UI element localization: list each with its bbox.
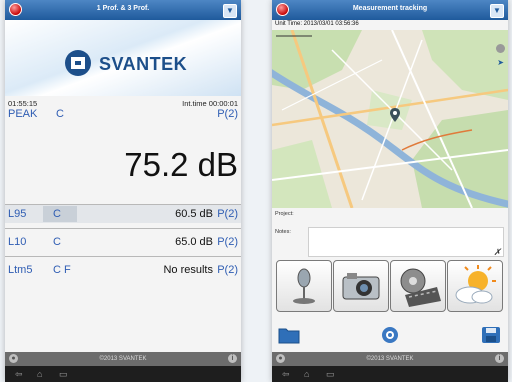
result-profile: P(2) [217, 208, 238, 220]
notes-label: Notes: [275, 229, 291, 235]
result-value: 65.0 dB [175, 236, 213, 248]
footer-copyright: ©2013 SVANTEK [99, 356, 147, 362]
svantek-logo-icon [65, 50, 91, 76]
weather-icon [455, 265, 496, 304]
result-row[interactable]: L95 C 60.5 dB P(2) [5, 205, 241, 223]
save-button[interactable] [480, 326, 502, 344]
screen-title: 1 Prof. & 3 Prof. [96, 5, 150, 12]
time-row: 01:55:15 Int.time 00:00:01 [8, 99, 238, 108]
brand-banner: SVANTEK [5, 20, 241, 96]
folder-icon [278, 328, 300, 344]
integration-time: Int.time 00:00:01 [182, 99, 238, 108]
result-label: L95 [8, 208, 27, 220]
tracking-screen: Measurement tracking ▼ Unit Time: 2013/0… [272, 0, 508, 382]
target-icon [382, 327, 398, 343]
notes-input[interactable] [308, 227, 504, 257]
film-icon [400, 268, 441, 307]
result-profile: P(2) [217, 264, 238, 276]
back-icon[interactable]: ⇦ [15, 369, 23, 380]
record-video-button[interactable] [390, 260, 446, 312]
clear-notes-icon[interactable]: ✗ [493, 247, 501, 258]
result-profile: P(2) [217, 236, 238, 248]
system-nav-bar: ⇦ ⌂ ▭ [5, 366, 241, 382]
result-label: Ltm5 [8, 264, 33, 276]
locate-button[interactable] [379, 326, 401, 344]
app-logo-icon[interactable] [276, 3, 289, 16]
peak-profile: P(2) [217, 108, 238, 120]
unit-time-label: Unit Time: 2013/03/01 03:56:36 [275, 21, 359, 27]
camera-icon [342, 273, 380, 300]
recent-apps-icon[interactable]: ▭ [59, 369, 68, 380]
menu-icon[interactable]: ▼ [223, 4, 237, 18]
footer-copyright: ©2013 SVANTEK [366, 356, 414, 362]
result-label: L10 [8, 236, 27, 248]
result-weighting: C F [53, 264, 71, 276]
back-icon[interactable]: ⇦ [282, 369, 290, 380]
system-nav-bar: ⇦ ⌂ ▭ [272, 366, 508, 382]
take-photo-button[interactable] [333, 260, 389, 312]
peak-row[interactable]: PEAK C P(2) [8, 108, 238, 120]
location-pin-icon[interactable] [390, 108, 400, 122]
footer-bar: ● ©2013 SVANTEK i [272, 352, 508, 366]
title-bar: 1 Prof. & 3 Prof. ▼ [5, 0, 241, 20]
app-logo-icon[interactable] [9, 3, 22, 16]
menu-icon[interactable]: ▼ [490, 4, 504, 18]
map-view[interactable]: ➤ [272, 30, 508, 208]
peak-weighting: C [56, 108, 64, 120]
open-folder-button[interactable] [278, 326, 300, 344]
result-row[interactable]: L10 C 65.0 dB P(2) [5, 233, 241, 251]
info-icon[interactable]: i [495, 354, 504, 363]
divider [5, 228, 241, 229]
screen-title: Measurement tracking [352, 5, 428, 12]
result-weighting: C [53, 236, 61, 248]
result-row[interactable]: Ltm5 C F No results P(2) [5, 261, 241, 279]
home-icon[interactable]: ⌂ [37, 369, 42, 379]
main-level-value: 75.2 dB [124, 146, 238, 183]
info-icon[interactable]: i [228, 354, 237, 363]
result-value: No results [163, 264, 213, 276]
project-label: Project: [275, 211, 294, 217]
footer-bar: ● ©2013 SVANTEK i [5, 352, 241, 366]
elapsed-time: 01:55:15 [8, 99, 38, 108]
home-icon[interactable]: ⌂ [304, 369, 309, 379]
zoom-icon[interactable] [496, 44, 505, 53]
weather-button[interactable] [447, 260, 503, 312]
save-icon [482, 327, 500, 343]
title-bar: Measurement tracking ▼ [272, 0, 508, 20]
recent-apps-icon[interactable]: ▭ [326, 369, 335, 380]
result-weighting: C [53, 208, 61, 220]
peak-label: PEAK [8, 108, 38, 120]
divider [5, 256, 241, 257]
compass-icon[interactable]: ➤ [497, 58, 504, 67]
meter-screen: 1 Prof. & 3 Prof. ▼ SVANTEK 01:55:15 Int… [5, 0, 241, 382]
record-audio-button[interactable] [276, 260, 332, 312]
microphone-icon [293, 268, 315, 304]
result-value: 60.5 dB [175, 208, 213, 220]
brand-name: SVANTEK [99, 54, 188, 74]
